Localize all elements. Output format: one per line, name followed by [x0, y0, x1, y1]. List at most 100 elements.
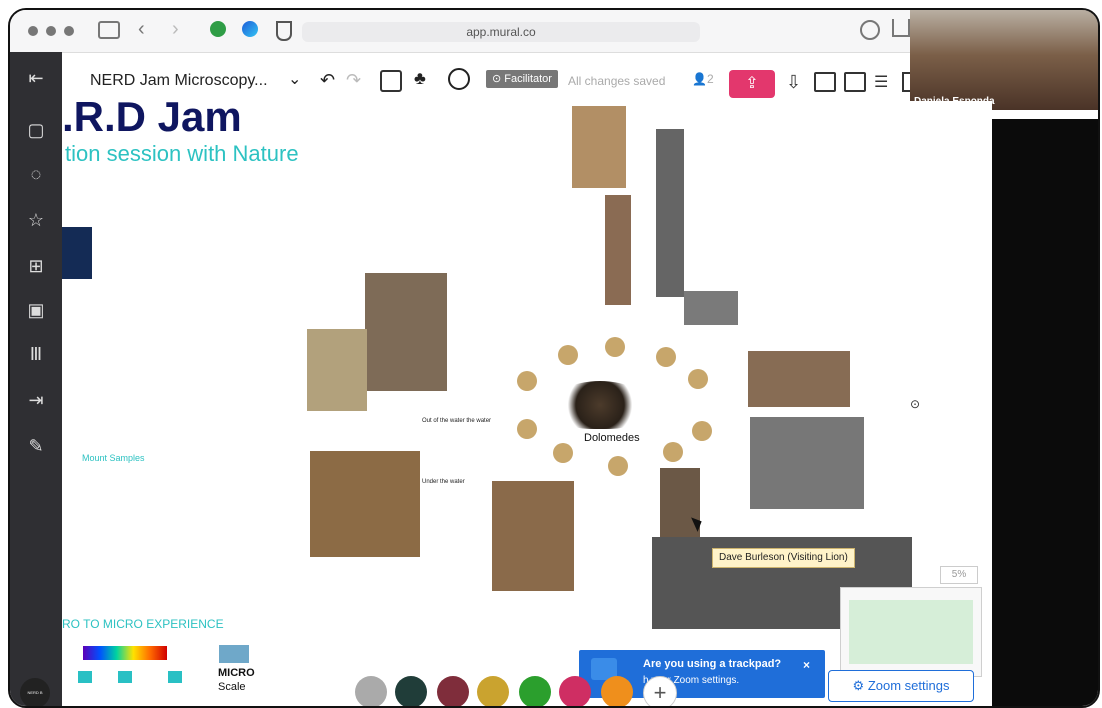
gold-node-5 — [688, 369, 708, 389]
tooltip-close-button[interactable]: × — [803, 658, 810, 672]
avatar-pig[interactable] — [559, 676, 591, 706]
image-icon[interactable]: ▣ — [24, 300, 48, 320]
board-heading: .R.D Jam — [62, 101, 242, 140]
badge-label: NERD B — [27, 690, 43, 695]
avatar-fish[interactable] — [601, 676, 633, 706]
spectrum-bar — [83, 646, 167, 660]
edge-icon[interactable] — [242, 21, 258, 37]
avatar-nerd[interactable] — [395, 676, 427, 706]
phone-icon[interactable] — [355, 676, 387, 706]
upload-icon: ⇪ — [745, 75, 759, 92]
lower-photo-grid — [492, 481, 574, 591]
add-participant-button[interactable]: + — [643, 676, 677, 706]
top-photo-grid — [572, 106, 626, 188]
timer-icon[interactable] — [448, 68, 470, 90]
gold-node-8 — [553, 443, 573, 463]
participant-video — [910, 10, 1098, 110]
users-count[interactable]: 👤2 — [692, 72, 714, 86]
grid-icon[interactable]: ⊞ — [24, 256, 48, 276]
side-blackout — [992, 119, 1098, 706]
avatar-turtle[interactable] — [519, 676, 551, 706]
lower-left-photo-grid — [310, 451, 420, 557]
private-mode-icon[interactable]: ♣ — [414, 68, 426, 89]
zoom-settings-label: Zoom settings — [867, 678, 950, 693]
users-count-text: 2 — [706, 72, 714, 86]
url-bar[interactable]: app.mural.co — [302, 22, 700, 42]
facilitator-button[interactable]: ⊙ Facilitator — [486, 70, 558, 88]
under-water-label: Under the water — [422, 479, 465, 485]
sidebar-toggle-icon[interactable] — [98, 21, 120, 39]
sticky-note-icon[interactable]: ▢ — [24, 120, 48, 140]
center-right-photo-stack — [660, 468, 700, 542]
dolomedes-title: Dolomedes — [584, 432, 640, 444]
maximize-window-button[interactable] — [64, 26, 74, 36]
gold-node-6 — [692, 421, 712, 441]
right-middle-photo-grid — [750, 417, 864, 509]
star-icon[interactable]: ☆ — [24, 210, 48, 230]
collapse-panel-icon[interactable]: ⇤ — [24, 68, 48, 88]
minimap[interactable] — [840, 587, 982, 677]
gold-node-4 — [517, 371, 537, 391]
minimap-view — [849, 600, 973, 664]
left-upper-photo-grid — [365, 273, 447, 391]
screen-frame: ‹ › app.mural.co ⇤ ▢ ◌ ☆ ⊞ ▣ Ⅲ ⇥ ✎ NERD … — [8, 8, 1100, 708]
shield-icon[interactable] — [276, 21, 292, 41]
zoom-level[interactable]: 5% — [940, 566, 978, 584]
board-menu-chevron-icon[interactable]: ⌄ — [288, 69, 301, 89]
board-canvas[interactable]: .R.D Jam tion session with Nature Mount … — [62, 101, 992, 706]
micro-label: MICRO — [218, 667, 255, 679]
zoom-settings-button[interactable]: ⚙ Zoom settings — [828, 670, 974, 702]
back-icon[interactable]: ‹ — [138, 18, 145, 41]
out-of-water-text-2: the water — [466, 418, 492, 424]
micro-photo-strip — [656, 129, 684, 297]
left-toolbar: ⇤ ▢ ◌ ☆ ⊞ ▣ Ⅲ ⇥ ✎ NERD B — [10, 52, 62, 706]
download-board-icon[interactable]: ⇩ — [786, 72, 801, 93]
teal-square-2 — [118, 671, 132, 683]
tooltip-title: Are you using a trackpad? — [643, 658, 782, 670]
shapes-icon[interactable]: ◌ — [24, 164, 48, 184]
comment-icon[interactable] — [814, 72, 836, 92]
redo-icon[interactable]: ↷ — [346, 70, 361, 91]
forward-icon[interactable]: › — [172, 18, 179, 41]
micro-scale-photo — [219, 645, 249, 663]
outline-icon[interactable] — [380, 70, 402, 92]
macro-micro-title: RO TO MICRO EXPERIENCE — [62, 617, 224, 631]
spider-image — [552, 381, 648, 429]
gold-node-10 — [663, 442, 683, 462]
scale-label: Scale — [218, 681, 246, 693]
gold-node-2 — [605, 337, 625, 357]
download-icon[interactable] — [860, 20, 880, 40]
left-photo-stack — [307, 329, 367, 411]
chat-icon[interactable] — [844, 72, 866, 92]
out-of-water-label: Out of the water the water — [422, 418, 491, 424]
video-feed[interactable]: Daniela Esponda — [910, 10, 1098, 110]
gold-node-7 — [517, 419, 537, 439]
url-text: app.mural.co — [466, 25, 536, 39]
board-title[interactable]: NERD Jam Microscopy... — [90, 72, 268, 90]
badge-button[interactable]: NERD B — [20, 678, 50, 706]
facilitator-icon: ⊙ — [492, 73, 505, 85]
settings-icon: ⚙ — [852, 678, 868, 693]
avatar-lion[interactable] — [477, 676, 509, 706]
mount-samples-title: Mount Samples — [82, 453, 145, 463]
teal-square-1 — [78, 671, 92, 683]
user-icon: 👤 — [692, 72, 707, 86]
left-photo — [62, 227, 92, 279]
avatar-koala[interactable] — [437, 676, 469, 706]
activity-icon[interactable]: ☰ — [874, 72, 888, 92]
pen-icon[interactable]: ✎ — [24, 436, 48, 456]
small-cursor-icon: ⊙ — [910, 397, 921, 411]
undo-icon[interactable]: ↶ — [320, 70, 335, 91]
minimize-window-button[interactable] — [46, 26, 56, 36]
cursor-label: Dave Burleson (Visiting Lion) — [712, 548, 855, 568]
evernote-icon[interactable] — [210, 21, 226, 37]
close-window-button[interactable] — [28, 26, 38, 36]
share-icon[interactable] — [892, 19, 910, 37]
right-upper-photo-grid — [748, 351, 850, 407]
import-icon[interactable]: ⇥ — [24, 390, 48, 410]
gold-node-1 — [558, 345, 578, 365]
library-icon[interactable]: Ⅲ — [24, 344, 48, 364]
share-board-button[interactable]: ⇪ — [729, 70, 775, 98]
save-status: All changes saved — [568, 74, 666, 88]
plus-icon: + — [653, 680, 667, 705]
